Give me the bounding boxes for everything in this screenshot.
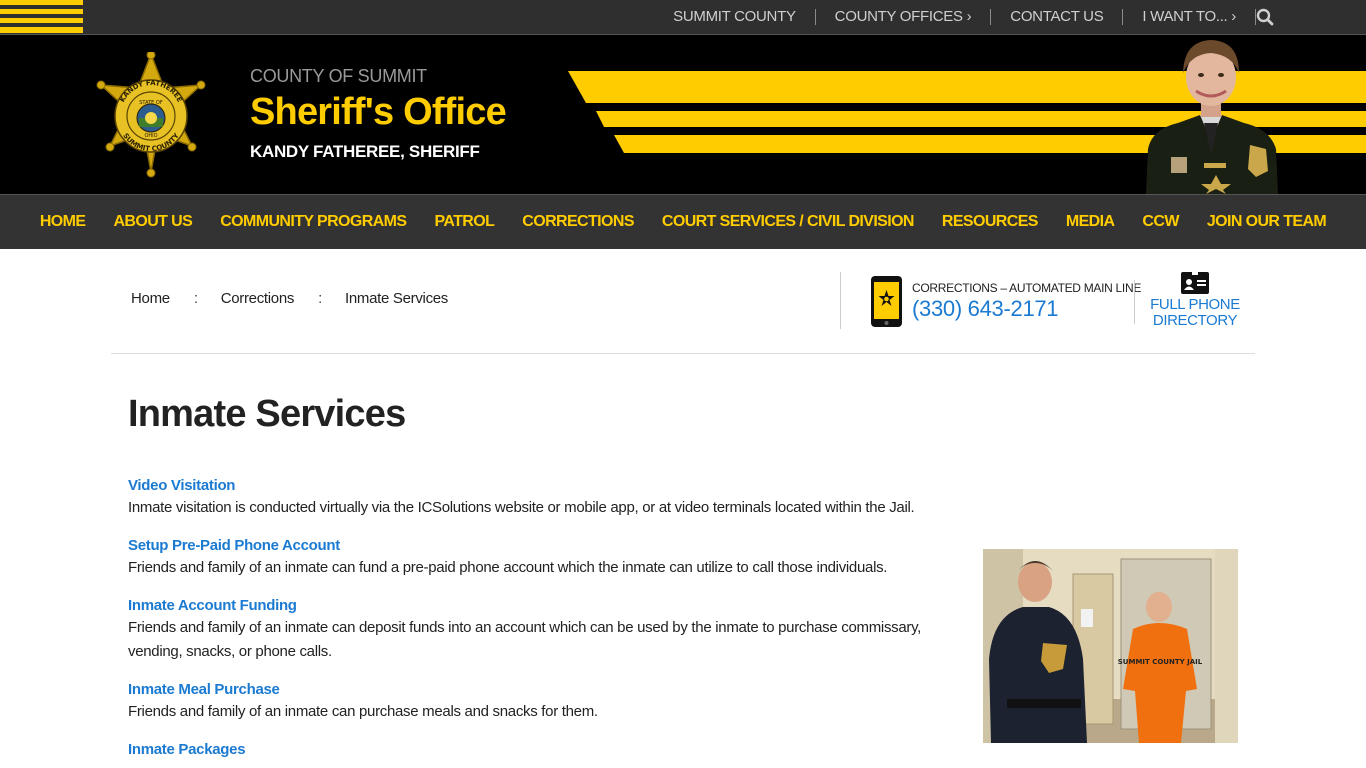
page-title: Inmate Services [128, 393, 406, 435]
service-item: Inmate Meal Purchase Friends and family … [128, 680, 958, 724]
service-item: Setup Pre-Paid Phone Account Friends and… [128, 536, 958, 580]
nav-community-programs[interactable]: COMMUNITY PROGRAMS [206, 213, 420, 231]
utility-link-summit-county[interactable]: SUMMIT COUNTY [654, 8, 815, 25]
nav-home[interactable]: HOME [26, 213, 100, 231]
sheriff-portrait [1146, 40, 1278, 194]
svg-text:STATE OF: STATE OF [139, 100, 163, 106]
contact-label: CORRECTIONS – AUTOMATED MAIN LINE [912, 281, 1142, 295]
full-phone-directory-link[interactable]: FULL PHONE DIRECTORY [1150, 297, 1240, 329]
service-item: Video Visitation Inmate visitation is co… [128, 476, 958, 520]
nav-resources[interactable]: RESOURCES [928, 213, 1052, 231]
nav-about-us[interactable]: ABOUT US [99, 213, 206, 231]
service-description: Inmate visitation is conducted virtually… [128, 499, 915, 516]
breadcrumb-home[interactable]: Home [131, 290, 170, 307]
utility-link-i-want-to[interactable]: I WANT TO... › [1123, 8, 1255, 25]
service-description: Friends and family of an inmate can purc… [128, 703, 598, 720]
section-divider [111, 353, 1255, 354]
service-description: Friends and family of an inmate can depo… [128, 619, 922, 660]
nav-court-services[interactable]: COURT SERVICES / CIVIL DIVISION [648, 213, 928, 231]
divider [840, 272, 841, 329]
nav-media[interactable]: MEDIA [1052, 213, 1129, 231]
county-name: COUNTY OF SUMMIT [250, 66, 427, 86]
site-title[interactable]: Sheriff's Office [250, 91, 507, 134]
utility-link-contact-us[interactable]: CONTACT US [991, 8, 1122, 25]
svg-text:SUMMIT COUNTY JAIL: SUMMIT COUNTY JAIL [1118, 658, 1203, 666]
utility-link-county-offices[interactable]: COUNTY OFFICES › [816, 8, 991, 25]
services-list: Video Visitation Inmate visitation is co… [128, 476, 958, 768]
sheriff-name: KANDY FATHEREE, SHERIFF [250, 142, 480, 161]
utility-bar: SUMMIT COUNTY COUNTY OFFICES › CONTACT U… [0, 0, 1366, 35]
service-link-video-visitation[interactable]: Video Visitation [128, 476, 958, 496]
breadcrumb-current: Inmate Services [344, 290, 449, 307]
nav-join-our-team[interactable]: JOIN OUR TEAM [1193, 213, 1340, 231]
nav-patrol[interactable]: PATROL [420, 213, 508, 231]
service-link-account-funding[interactable]: Inmate Account Funding [128, 596, 948, 616]
brand-stripes [0, 0, 83, 33]
jail-escort-photo: SUMMIT COUNTY JAIL [983, 549, 1238, 743]
service-item: Inmate Account Funding Friends and famil… [128, 596, 948, 664]
mobile-phone-icon [871, 276, 902, 327]
breadcrumb-separator: : [318, 290, 322, 307]
breadcrumb: Home : Corrections : Inmate Services [131, 290, 448, 307]
sheriff-badge-logo[interactable]: KANDY FATHEREE SUMMIT COUNTY STATE OF OH… [88, 52, 214, 178]
utility-nav: SUMMIT COUNTY COUNTY OFFICES › CONTACT U… [654, 0, 1256, 33]
site-header: KANDY FATHEREE SUMMIT COUNTY STATE OF OH… [0, 35, 1366, 194]
search-icon[interactable] [1256, 8, 1274, 26]
service-description: Friends and family of an inmate can fund… [128, 559, 888, 576]
breadcrumb-corrections[interactable]: Corrections [221, 290, 295, 307]
divider [1134, 280, 1135, 324]
service-link-prepaid-phone[interactable]: Setup Pre-Paid Phone Account [128, 536, 958, 556]
id-card-icon[interactable] [1181, 272, 1209, 294]
service-link-inmate-packages[interactable]: Inmate Packages [128, 740, 958, 760]
svg-text:OHIO: OHIO [144, 133, 157, 139]
service-item: Inmate Packages [128, 740, 958, 760]
service-link-meal-purchase[interactable]: Inmate Meal Purchase [128, 680, 958, 700]
breadcrumb-separator: : [193, 290, 198, 307]
main-nav: HOME ABOUT US COMMUNITY PROGRAMS PATROL … [0, 194, 1366, 249]
contact-phone-link[interactable]: (330) 643-2171 [912, 296, 1059, 322]
nav-corrections[interactable]: CORRECTIONS [508, 213, 648, 231]
nav-ccw[interactable]: CCW [1128, 213, 1192, 231]
